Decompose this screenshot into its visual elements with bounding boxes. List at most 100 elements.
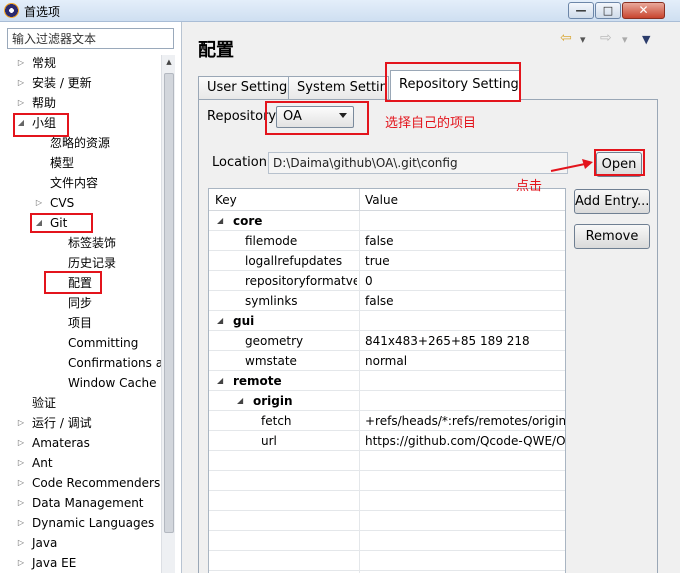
location-input[interactable] bbox=[269, 153, 567, 173]
table-row[interactable]: geometry 841x483+265+85 189 218 bbox=[209, 331, 565, 351]
forward-menu-icon[interactable]: ▾ bbox=[622, 33, 628, 46]
view-menu-icon[interactable]: ▼ bbox=[642, 33, 650, 46]
key-cell: url bbox=[261, 434, 277, 448]
tree-item-label: 标签装饰 bbox=[68, 236, 117, 250]
table-row[interactable]: ◢ remote bbox=[209, 371, 565, 391]
minimize-icon: — bbox=[575, 4, 587, 17]
maximize-button[interactable]: □ bbox=[595, 2, 621, 19]
filter-field[interactable] bbox=[7, 28, 174, 49]
table-row[interactable]: repositoryformatve 0 bbox=[209, 271, 565, 291]
page-title: 配置 bbox=[198, 40, 234, 61]
value-cell: 841x483+265+85 189 218 bbox=[365, 334, 530, 348]
tree-item-label: Java bbox=[32, 536, 58, 550]
collapse-triangle-icon[interactable]: ▷ bbox=[16, 53, 26, 73]
tree-item-label: 常规 bbox=[32, 56, 57, 70]
value-cell: false bbox=[365, 294, 394, 308]
tree-item-label: 帮助 bbox=[32, 96, 57, 110]
tree-item-label: 验证 bbox=[32, 396, 57, 410]
tree-item-label: 文件内容 bbox=[50, 176, 99, 190]
table-row[interactable]: symlinks false bbox=[209, 291, 565, 311]
maximize-icon: □ bbox=[602, 4, 614, 17]
sidebar-scrollbar[interactable]: ▲ bbox=[161, 55, 175, 573]
collapse-triangle-icon[interactable]: ▷ bbox=[34, 193, 44, 213]
window-title: 首选项 bbox=[24, 5, 61, 19]
expand-triangle-icon[interactable]: ◢ bbox=[217, 371, 227, 391]
back-menu-icon[interactable]: ▾ bbox=[580, 33, 586, 46]
minimize-button[interactable]: — bbox=[568, 2, 594, 19]
table-row bbox=[209, 531, 565, 551]
value-cell: normal bbox=[365, 354, 408, 368]
collapse-triangle-icon[interactable]: ▷ bbox=[16, 513, 26, 533]
table-row[interactable]: ◢ origin bbox=[209, 391, 565, 411]
remove-button[interactable]: Remove bbox=[574, 224, 650, 249]
tree-item-label: 项目 bbox=[68, 316, 93, 330]
expand-triangle-icon[interactable]: ◢ bbox=[217, 311, 227, 331]
eclipse-icon bbox=[4, 3, 19, 18]
table-row[interactable]: fetch +refs/heads/*:refs/remotes/origin/ bbox=[209, 411, 565, 431]
location-label: Location: bbox=[212, 155, 272, 170]
expand-triangle-icon[interactable]: ◢ bbox=[34, 213, 44, 233]
add-entry-button[interactable]: Add Entry... bbox=[574, 189, 650, 214]
tree-item-label: 历史记录 bbox=[68, 256, 117, 270]
key-cell: remote bbox=[233, 374, 282, 388]
scroll-up-icon[interactable]: ▲ bbox=[162, 55, 176, 69]
title-bar: 首选项 — □ ✕ bbox=[0, 0, 680, 22]
column-header-key[interactable]: Key bbox=[209, 189, 237, 211]
tree-item-label: Committing bbox=[68, 336, 139, 350]
key-cell: symlinks bbox=[245, 294, 298, 308]
collapse-triangle-icon[interactable]: ▷ bbox=[16, 413, 26, 433]
tree-item-label: Git bbox=[50, 216, 68, 230]
collapse-triangle-icon[interactable]: ▷ bbox=[16, 533, 26, 553]
location-field[interactable] bbox=[268, 152, 568, 174]
table-row[interactable]: ◢ core bbox=[209, 211, 565, 231]
table-header: Key Value bbox=[209, 189, 565, 211]
expand-triangle-icon[interactable]: ◢ bbox=[16, 113, 26, 133]
tree-item-label: 配置 bbox=[68, 276, 93, 290]
collapse-triangle-icon[interactable]: ▷ bbox=[16, 433, 26, 453]
expand-triangle-icon[interactable]: ◢ bbox=[237, 391, 247, 411]
value-cell: https://github.com/Qcode-QWE/OA bbox=[365, 434, 566, 448]
tree-item-label: 小组 bbox=[32, 116, 57, 130]
tree-item-label: Confirmations a bbox=[68, 356, 164, 370]
column-header-value[interactable]: Value bbox=[359, 189, 398, 211]
table-row[interactable]: url https://github.com/Qcode-QWE/OA bbox=[209, 431, 566, 451]
value-cell bbox=[365, 391, 565, 411]
table-row bbox=[209, 511, 565, 531]
collapse-triangle-icon[interactable]: ▷ bbox=[16, 93, 26, 113]
tree-item-label: 运行 / 调试 bbox=[32, 416, 92, 430]
close-button[interactable]: ✕ bbox=[622, 2, 665, 19]
chevron-down-icon bbox=[339, 113, 347, 118]
back-icon[interactable]: ⇦ bbox=[560, 30, 572, 46]
collapse-triangle-icon[interactable]: ▷ bbox=[16, 493, 26, 513]
tree-item-label: Java EE bbox=[32, 556, 77, 570]
collapse-triangle-icon[interactable]: ▷ bbox=[16, 553, 26, 573]
tree-item-label: Window Cache bbox=[68, 376, 157, 390]
tab-user-settings[interactable]: User Settings bbox=[198, 76, 289, 100]
tree-item-label: Amateras bbox=[32, 436, 90, 450]
tree-item-label: 安装 / 更新 bbox=[32, 76, 92, 90]
table-row bbox=[209, 551, 565, 571]
table-row[interactable]: ◢ gui bbox=[209, 311, 565, 331]
annotation-select-project: 选择自己的项目 bbox=[385, 116, 477, 131]
tab-system-settings[interactable]: System Settings bbox=[288, 76, 389, 100]
table-row[interactable]: logallrefupdates true bbox=[209, 251, 565, 271]
table-row bbox=[209, 451, 565, 471]
open-button[interactable]: Open bbox=[596, 152, 642, 177]
table-row[interactable]: filemode false bbox=[209, 231, 565, 251]
key-cell: logallrefupdates bbox=[245, 254, 343, 268]
collapse-triangle-icon[interactable]: ▷ bbox=[16, 453, 26, 473]
forward-icon[interactable]: ⇨ bbox=[600, 30, 612, 46]
repository-select[interactable]: OA bbox=[276, 106, 354, 128]
value-cell: false bbox=[365, 234, 394, 248]
tree-item-label: 模型 bbox=[50, 156, 75, 170]
collapse-triangle-icon[interactable]: ▷ bbox=[16, 473, 26, 493]
tree-item-label: Dynamic Languages bbox=[32, 516, 155, 530]
preferences-sidebar: ▷ 常规 ▷ 安装 / 更新 ▷ 帮助 ◢ 小组忽略的资源模型文件内容 ▷ CVS ◢ Git标签装饰… bbox=[0, 22, 182, 573]
filter-input[interactable] bbox=[8, 29, 173, 48]
expand-triangle-icon[interactable]: ◢ bbox=[217, 211, 227, 231]
scrollbar-thumb[interactable] bbox=[164, 73, 174, 533]
table-row[interactable]: wmstate normal bbox=[209, 351, 565, 371]
collapse-triangle-icon[interactable]: ▷ bbox=[16, 73, 26, 93]
tab-repository-settings[interactable]: Repository Settings bbox=[390, 70, 521, 100]
tree-item-label: Code Recommenders bbox=[32, 476, 161, 490]
